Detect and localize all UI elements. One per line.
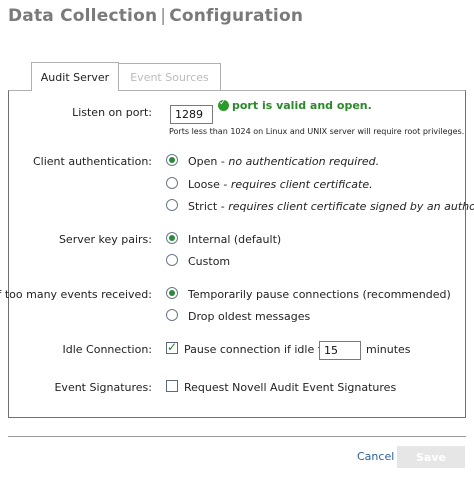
valid-check-icon: [218, 98, 229, 111]
title-separator: |: [160, 6, 167, 26]
idle-minutes-input[interactable]: [319, 341, 361, 360]
event-signatures-label: Event Signatures:: [54, 381, 152, 394]
auth-loose-option: Loose - requires client certificate.: [188, 178, 373, 191]
idle-connection-label: Idle Connection:: [62, 343, 153, 356]
server-keys-label: Server key pairs:: [58, 233, 152, 246]
tab-audit-server[interactable]: Audit Server: [31, 62, 119, 91]
radio-key-internal[interactable]: [166, 232, 178, 244]
radio-auth-open[interactable]: [166, 154, 178, 166]
save-button[interactable]: Save: [397, 446, 465, 468]
pause-idle-label: Pause connection if idle for: [184, 343, 333, 356]
auth-open-option: Open - no authentication required.: [188, 155, 380, 168]
request-signatures-label: Request Novell Audit Event Signatures: [184, 381, 397, 394]
tab-event-sources[interactable]: Event Sources: [119, 63, 221, 90]
client-auth-label: Client authentication:: [32, 155, 152, 168]
radio-drop-oldest[interactable]: [166, 309, 178, 321]
listen-port-label: Listen on port:: [72, 106, 152, 119]
page-title: Data Collection | Configuration: [8, 6, 303, 26]
pause-connections-label: Temporarily pause connections (recommend…: [188, 288, 451, 301]
footer-divider: [8, 436, 466, 437]
radio-pause-connections[interactable]: [166, 287, 178, 299]
idle-unit-label: minutes: [366, 343, 411, 356]
key-custom-label: Custom: [188, 255, 231, 268]
drop-oldest-label: Drop oldest messages: [188, 310, 311, 323]
auth-strict-option: Strict - requires client certificate sig…: [188, 200, 474, 213]
port-status-text: port is valid and open.: [232, 99, 372, 112]
page-title-section: Data Collection: [8, 6, 158, 26]
request-signatures-checkbox[interactable]: [166, 380, 178, 392]
radio-key-custom[interactable]: [166, 254, 178, 266]
radio-auth-loose[interactable]: [166, 177, 178, 189]
listen-port-input[interactable]: [170, 105, 213, 124]
too-many-events-label: If too many events received:: [0, 288, 152, 301]
port-note: Ports less than 1024 on Linux and UNIX s…: [169, 127, 465, 136]
radio-auth-strict[interactable]: [166, 199, 178, 211]
key-internal-label: Internal (default): [188, 233, 282, 246]
pause-idle-checkbox[interactable]: [166, 340, 178, 354]
audit-server-panel: Listen on port: port is valid and open. …: [0, 90, 474, 418]
page-title-subsection: Configuration: [169, 6, 304, 26]
cancel-button[interactable]: Cancel: [357, 450, 394, 463]
